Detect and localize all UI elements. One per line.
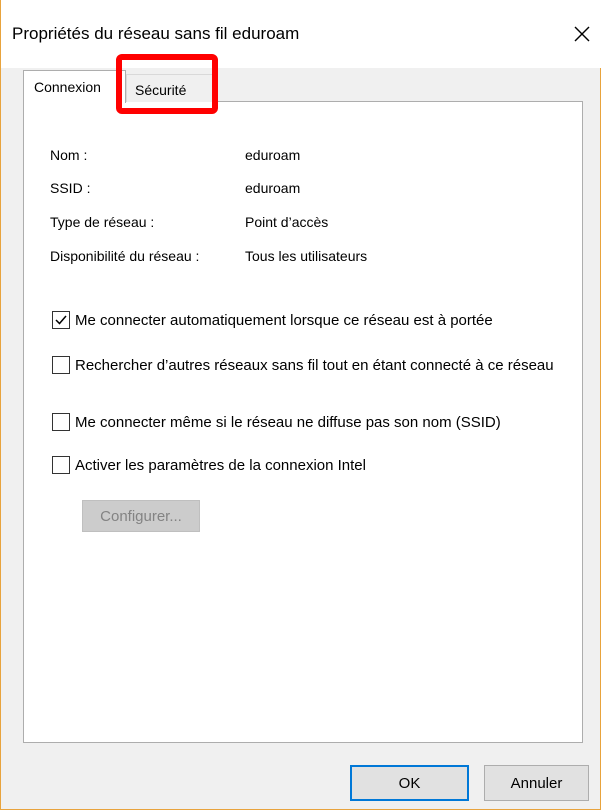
- auto-connect-checkbox[interactable]: [52, 311, 70, 329]
- option-auto-connect[interactable]: Me connecter automatiquement lorsque ce …: [52, 311, 572, 330]
- window-title: Propriétés du réseau sans fil eduroam: [12, 24, 300, 43]
- info-label-type: Type de réseau :: [50, 214, 155, 230]
- info-value-disponibilite: Tous les utilisateurs: [245, 248, 368, 264]
- title-bar: Propriétés du réseau sans fil eduroam: [1, 0, 601, 68]
- hidden-ssid-label[interactable]: Me connecter même si le réseau ne diffus…: [75, 413, 501, 432]
- auto-connect-label[interactable]: Me connecter automatiquement lorsque ce …: [75, 311, 493, 330]
- connexion-tab-panel: Nom : eduroam SSID : eduroam Type de rés…: [23, 101, 583, 743]
- configure-button[interactable]: Configurer...: [82, 500, 200, 532]
- tab-securite[interactable]: Sécurité: [126, 74, 214, 102]
- info-label-ssid: SSID :: [50, 180, 91, 196]
- tab-connexion-label: Connexion: [34, 79, 101, 95]
- intel-settings-label[interactable]: Activer les paramètres de la connexion I…: [75, 456, 366, 475]
- close-icon: [574, 26, 590, 42]
- ok-button[interactable]: OK: [350, 765, 469, 801]
- option-hidden-ssid[interactable]: Me connecter même si le réseau ne diffus…: [52, 413, 572, 432]
- option-intel-settings[interactable]: Activer les paramètres de la connexion I…: [52, 456, 572, 475]
- info-value-nom: eduroam: [245, 147, 301, 163]
- info-label-nom: Nom :: [50, 147, 88, 163]
- search-other-networks-checkbox[interactable]: [52, 356, 70, 374]
- hidden-ssid-checkbox[interactable]: [52, 413, 70, 431]
- intel-settings-checkbox[interactable]: [52, 456, 70, 474]
- info-value-type: Point d’accès: [245, 214, 329, 230]
- search-other-networks-label[interactable]: Rechercher d’autres réseaux sans fil tou…: [75, 356, 554, 375]
- info-label-disponibilite: Disponibilité du réseau :: [50, 248, 200, 264]
- close-button[interactable]: [562, 14, 601, 54]
- properties-dialog: Propriétés du réseau sans fil eduroam Co…: [0, 0, 601, 810]
- info-value-ssid: eduroam: [245, 180, 301, 196]
- tab-securite-label: Sécurité: [135, 82, 187, 98]
- cancel-button[interactable]: Annuler: [484, 765, 589, 801]
- tab-connexion[interactable]: Connexion: [23, 70, 126, 103]
- option-search-other-networks[interactable]: Rechercher d’autres réseaux sans fil tou…: [52, 356, 572, 375]
- checkmark-icon: [55, 315, 67, 325]
